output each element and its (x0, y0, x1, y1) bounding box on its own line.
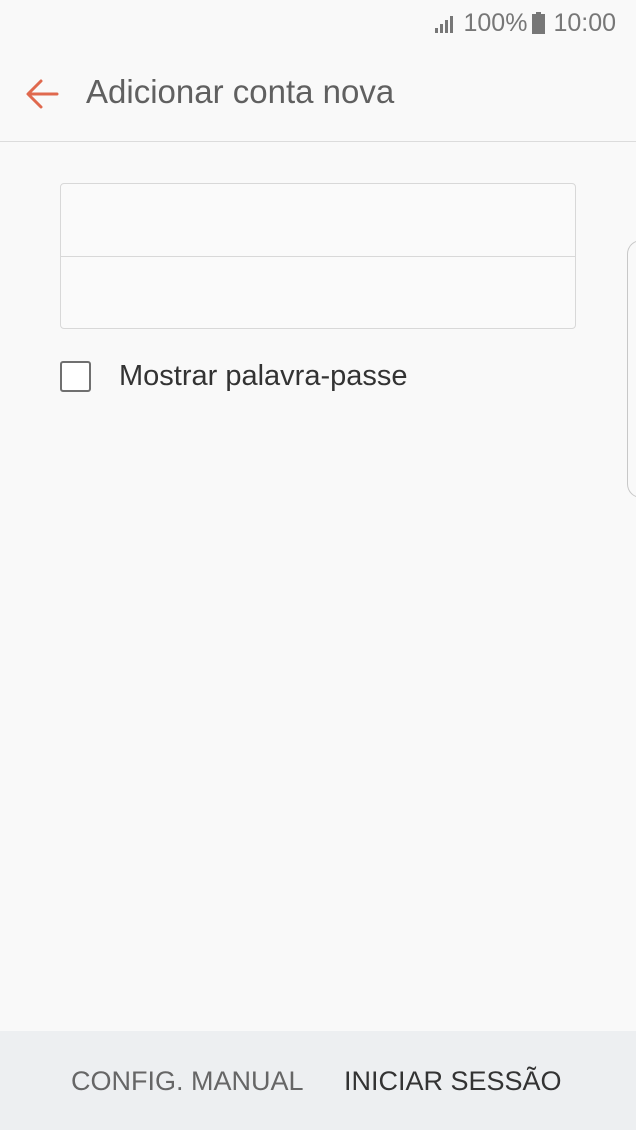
arrow-left-icon (26, 79, 59, 109)
show-password-checkbox[interactable] (60, 360, 91, 392)
app-bar: Adicionar conta nova (0, 46, 636, 142)
clock: 10:00 (553, 8, 616, 37)
back-button[interactable] (24, 76, 60, 112)
status-bar: 100% 10:00 (0, 0, 636, 46)
show-password-option[interactable]: Mostrar palavra-passe (60, 356, 408, 396)
credentials-form (60, 183, 576, 329)
bottom-action-bar: CONFIG. MANUAL INICIAR SESSÃO (0, 1031, 636, 1130)
signal-icon (435, 16, 454, 33)
manual-setup-button[interactable]: CONFIG. MANUAL (71, 1066, 304, 1097)
sign-in-button[interactable]: INICIAR SESSÃO (344, 1066, 562, 1097)
page-title: Adicionar conta nova (86, 73, 395, 110)
password-field[interactable] (61, 257, 575, 329)
email-field[interactable] (61, 184, 575, 256)
edge-panel-handle[interactable] (627, 240, 636, 498)
show-password-label: Mostrar palavra-passe (119, 359, 408, 392)
battery-percent: 100% (463, 8, 528, 37)
battery-icon (532, 12, 546, 34)
